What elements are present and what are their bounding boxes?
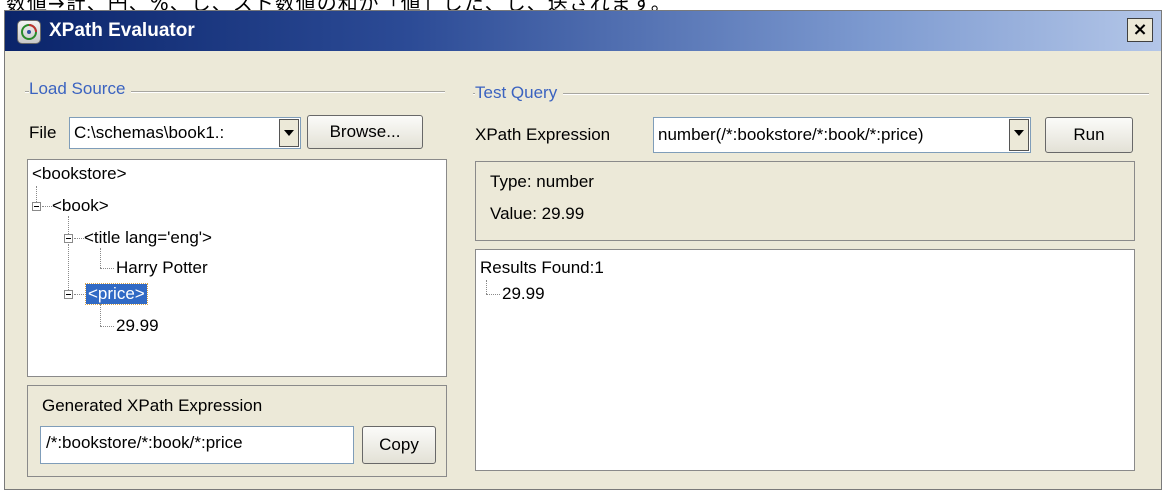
load-source-label: Load Source <box>29 79 132 99</box>
file-combobox[interactable]: C:\schemas\book1.: <box>69 117 301 149</box>
xpath-expression-value: number(/*:bookstore/*:book/*:price) <box>658 125 924 144</box>
close-icon: × <box>1132 19 1148 40</box>
tree-connector <box>36 186 37 202</box>
tree-connector <box>100 268 114 269</box>
tree-node-book[interactable]: <book> <box>52 196 109 216</box>
copy-button[interactable]: Copy <box>362 426 436 464</box>
tree-connector <box>100 326 114 327</box>
file-dropdown-button[interactable] <box>279 119 299 147</box>
title-bar[interactable]: XPath Evaluator × <box>5 11 1161 51</box>
xpath-evaluator-window: XPath Evaluator × Load Source File C:\sc… <box>4 10 1162 490</box>
tree-connector <box>100 248 101 268</box>
test-query-divider <box>473 93 1149 95</box>
close-button[interactable]: × <box>1127 18 1153 42</box>
source-tree-panel[interactable]: <bookstore> <book> <title lang='eng'> Ha… <box>27 159 447 377</box>
generated-xpath-label: Generated XPath Expression <box>42 396 263 415</box>
window-title: XPath Evaluator <box>49 20 195 41</box>
partial-instruction-text: 数値→計、円、%、し、スト数値の和が「値」した、し、送されます。 <box>0 0 1170 10</box>
file-label: File <box>29 123 57 142</box>
generated-xpath-value: /*:bookstore/*:book/*:price <box>46 433 243 452</box>
tree-node-price-text[interactable]: 29.99 <box>116 316 159 336</box>
results-panel[interactable]: Results Found:1 29.99 <box>475 249 1135 471</box>
file-path-value: C:\schemas\book1.: <box>74 123 225 142</box>
run-button[interactable]: Run <box>1045 117 1133 153</box>
tree-connector <box>68 216 69 234</box>
collapse-book-icon[interactable] <box>32 202 41 211</box>
tree-node-title-text[interactable]: Harry Potter <box>116 258 208 278</box>
tree-connector <box>486 280 487 294</box>
result-value-text: Value: 29.99 <box>490 204 585 223</box>
collapse-price-icon[interactable] <box>64 290 73 299</box>
result-item[interactable]: 29.99 <box>502 284 545 304</box>
tree-connector <box>74 294 84 295</box>
tree-node-price[interactable]: <price> <box>85 283 148 305</box>
generated-xpath-field[interactable]: /*:bookstore/*:book/*:price <box>40 426 354 464</box>
generated-xpath-panel: Generated XPath Expression /*:bookstore/… <box>27 385 447 477</box>
expression-dropdown-button[interactable] <box>1009 119 1029 151</box>
collapse-title-icon[interactable] <box>64 234 73 243</box>
results-found-label: Results Found:1 <box>480 258 604 277</box>
browse-button[interactable]: Browse... <box>307 115 423 149</box>
tree-node-title[interactable]: <title lang='eng'> <box>84 228 212 248</box>
xpath-app-icon <box>17 20 41 44</box>
tree-connector <box>486 294 500 295</box>
xpath-expression-label: XPath Expression <box>475 125 611 144</box>
chevron-down-icon <box>1014 130 1024 136</box>
instruction-text: 数値→計、円、%、し、スト数値の和が「値」した、し、送されます。 <box>6 0 672 10</box>
chevron-down-icon <box>284 130 294 136</box>
tree-connector <box>42 206 52 207</box>
tree-node-bookstore[interactable]: <bookstore> <box>32 164 127 184</box>
test-query-label: Test Query <box>475 83 564 103</box>
tree-connector <box>100 304 101 326</box>
tree-connector <box>74 238 84 239</box>
xpath-expression-combobox[interactable]: number(/*:bookstore/*:book/*:price) <box>653 117 1031 153</box>
result-type-panel: Type: number Value: 29.99 <box>475 161 1135 241</box>
result-type-text: Type: number <box>490 172 594 191</box>
tree-connector <box>68 244 69 296</box>
